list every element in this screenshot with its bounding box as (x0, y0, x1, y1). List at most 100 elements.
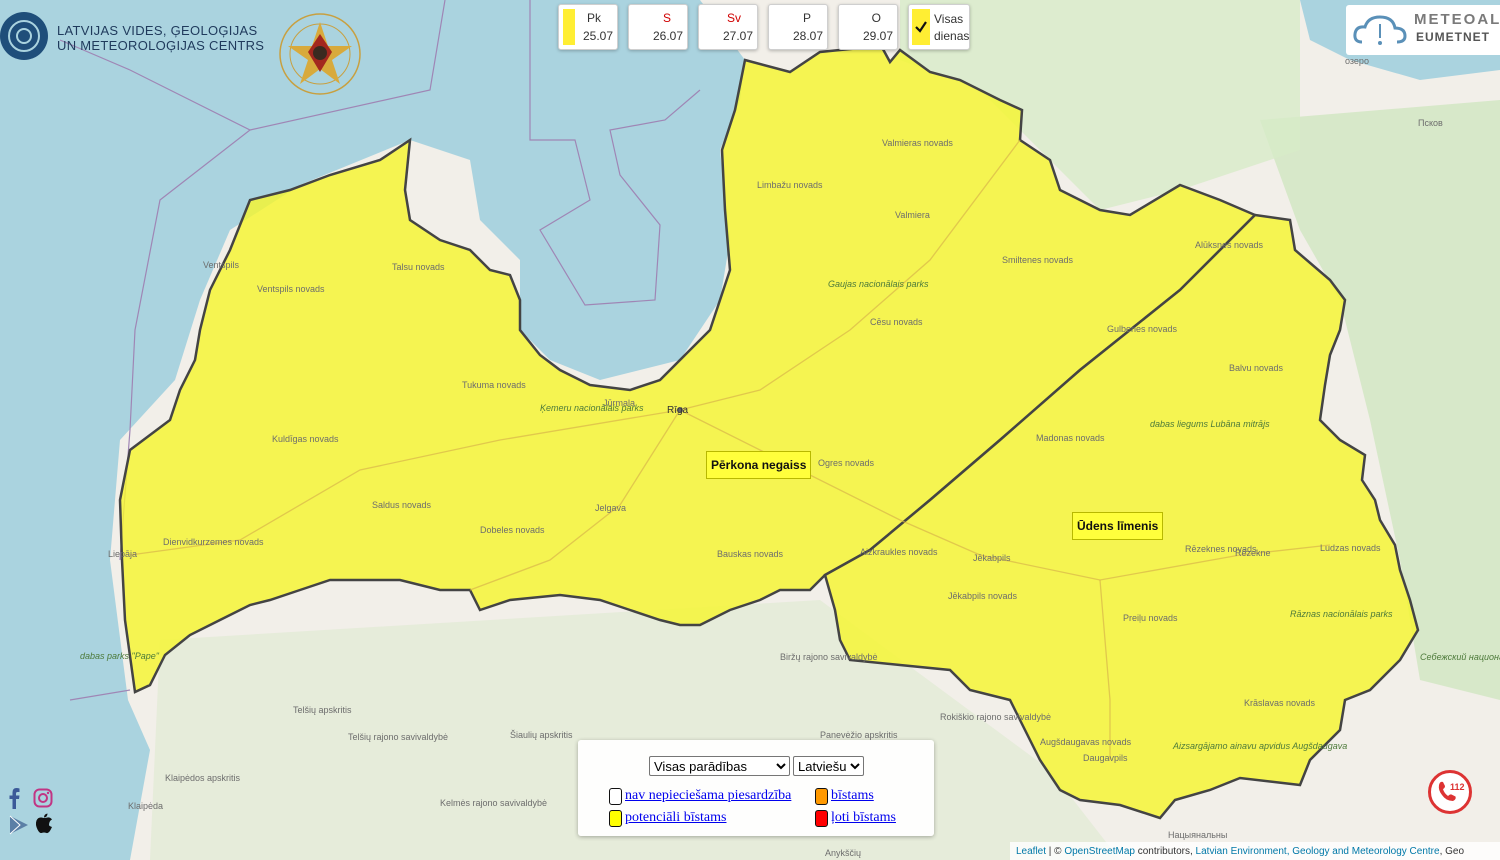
legend-panel: Visas parādības Latviešu nav nepieciešam… (578, 740, 934, 836)
day-name: Sv (726, 11, 741, 25)
label-valmiera: Valmiera (895, 210, 930, 220)
day-button-sv[interactable]: Sv 27.07 (698, 4, 758, 50)
label-region: Balvu novads (1229, 363, 1284, 373)
label-region: Gulbenes novads (1107, 324, 1178, 334)
label-region: Dobeles novads (480, 525, 545, 535)
day-button-p[interactable]: P 28.07 (768, 4, 828, 50)
label-region: Ogres novads (818, 458, 875, 468)
label-region: Telšių apskritis (293, 705, 352, 715)
leaflet-link[interactable]: Leaflet (1016, 846, 1046, 857)
label-region: Šiaulių apskritis (510, 730, 573, 740)
day-button-pk[interactable]: Pk 25.07 (558, 4, 618, 50)
label-region: Valmieras novads (882, 138, 953, 148)
label-region: Rokiškio rajono savivaldybė (940, 712, 1051, 722)
vugd-emblem-icon[interactable] (270, 4, 370, 104)
label-region: Talsu novads (392, 262, 445, 272)
day-date: 25.07 (582, 29, 613, 43)
day-name: S (662, 11, 671, 25)
label-region: Ventspils novads (257, 284, 325, 294)
legend-swatch-dangerous (815, 788, 828, 805)
day-button-o[interactable]: O 29.07 (838, 4, 898, 50)
label-region: Kuldīgas novads (272, 434, 339, 444)
meteoalarm-logo[interactable]: METEOAL EUMETNET (1346, 5, 1500, 55)
phone-112-icon: 112 (1438, 781, 1465, 801)
day-date: 28.07 (792, 29, 823, 43)
legend-item-potential[interactable]: potenciāli bīstams (625, 810, 726, 826)
facebook-icon[interactable] (6, 787, 22, 809)
label-region: Panevėžio apskritis (820, 730, 898, 740)
day-name: P (802, 11, 811, 25)
svg-text:112: 112 (1450, 782, 1465, 792)
day-name: Pk (586, 11, 601, 25)
google-play-icon[interactable] (8, 814, 30, 836)
all-days-toggle[interactable]: Visas dienas (908, 4, 970, 50)
all-days-label: Visas dienas (934, 11, 969, 45)
label-ventspils: Ventspils (203, 260, 240, 270)
label-region: Aizkraukles novads (860, 547, 938, 557)
legend-item-very-dangerous[interactable]: ļoti bīstams (831, 810, 896, 826)
checkmark-icon (915, 21, 927, 33)
legend-item-dangerous[interactable]: bīstams (831, 788, 874, 804)
map-canvas[interactable]: Rīga Jūrmala Jelgava Ventspils Liepāja V… (0, 0, 1500, 860)
all-days-checkbox[interactable] (912, 9, 930, 45)
label-region: Anykščių (825, 848, 861, 858)
label-region: Telšių rajono savivaldybė (348, 732, 448, 742)
warning-label-thunderstorm[interactable]: Pērkona negaiss (706, 451, 812, 479)
lvgmc-link[interactable]: Latvian Environment, Geology and Meteoro… (1196, 846, 1440, 857)
label-region: Klaipėdos apskritis (165, 773, 241, 783)
label-lake: озеро (1345, 56, 1369, 66)
day-name: O (871, 11, 881, 25)
legend-item-none[interactable]: nav nepieciešama piesardzība (625, 788, 791, 804)
day-date: 27.07 (722, 29, 753, 43)
attribution-tail: , Geo (1439, 846, 1465, 857)
label-region: Dienvidkurzemes novads (163, 537, 264, 547)
legend-swatch-very-dangerous (815, 810, 828, 827)
label-park: Rāznas nacionālais parks (1290, 609, 1393, 619)
label-klaipeda: Klaipėda (128, 801, 163, 811)
label-park: Gaujas nacionālais parks (828, 279, 929, 289)
day-date: 29.07 (862, 29, 893, 43)
label-daugavpils: Daugavpils (1083, 753, 1128, 763)
lvgmc-line1: LATVIJAS VIDES, ĢEOLOĢIJAS (57, 23, 258, 38)
label-liepaja: Liepāja (108, 549, 137, 559)
meteoalarm-title: METEOAL (1414, 11, 1500, 28)
label-region: Saldus novads (372, 500, 432, 510)
label-region: Limbažu novads (757, 180, 823, 190)
osm-link[interactable]: OpenStreetMap (1064, 846, 1135, 857)
label-region: Bauskas novads (717, 549, 784, 559)
label-region: Rēzeknes novads (1185, 544, 1257, 554)
lvgmc-logo-text: LATVIJAS VIDES, ĢEOLOĢIJAS UN METEOROLOĢ… (57, 23, 264, 53)
language-select[interactable]: Latviešu (793, 756, 864, 776)
label-region: Jēkabpils novads (948, 591, 1018, 601)
instagram-icon[interactable] (33, 788, 53, 808)
label-park: Aizsargājamo ainavu apvidus Augšdaugava (1172, 741, 1347, 751)
emergency-112-button[interactable]: 112 (1428, 770, 1472, 814)
lt-border (69, 689, 131, 701)
label-region: Krāslavas novads (1244, 698, 1316, 708)
label-region: Ludzas novads (1320, 543, 1381, 553)
label-region: Madonas novads (1036, 433, 1105, 443)
label-region: Smiltenes novads (1002, 255, 1074, 265)
label-region: Preiļu novads (1123, 613, 1178, 623)
lvgmc-line2: UN METEOROLOĢIJAS CENTRS (57, 38, 265, 53)
all-days-line2: dienas (934, 29, 970, 43)
label-park: dabas parks "Pape" (80, 651, 160, 661)
day-button-s[interactable]: S 26.07 (628, 4, 688, 50)
label-park: Себежский национальный парк (1420, 652, 1500, 662)
label-region: Kelmės rajono savivaldybė (440, 798, 547, 808)
day-date: 26.07 (652, 29, 683, 43)
legend-swatch-none (609, 788, 622, 805)
label-park: Нацыянальны (1168, 830, 1227, 840)
warning-label-water-level[interactable]: Ūdens līmenis (1072, 512, 1164, 540)
apple-icon[interactable] (35, 813, 53, 835)
label-jekabpils: Jēkabpils (973, 553, 1011, 563)
legend-swatch-potential (609, 810, 622, 827)
lvgmc-logo-icon (0, 12, 48, 60)
map-attribution: Leaflet | © OpenStreetMap contributors, … (1010, 842, 1500, 860)
attribution-sep: | © (1046, 846, 1065, 857)
phenomenon-select[interactable]: Visas parādības (649, 756, 790, 776)
lvgmc-logo[interactable]: LATVIJAS VIDES, ĢEOLOĢIJAS UN METEOROLOĢ… (0, 10, 264, 66)
all-days-line1: Visas (934, 12, 964, 26)
label-region: Augšdaugavas novads (1040, 737, 1132, 747)
label-region: Alūksnes novads (1195, 240, 1264, 250)
